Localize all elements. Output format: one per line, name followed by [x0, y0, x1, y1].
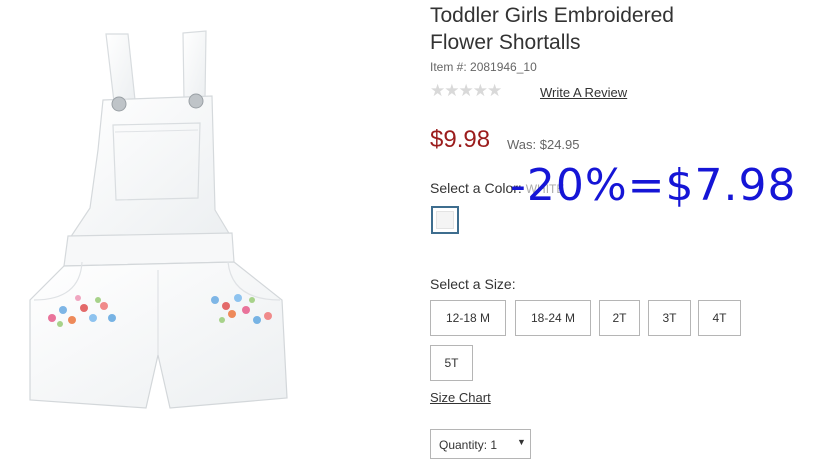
star-rating-icon: ★★★★★ [430, 81, 502, 100]
size-option-4t[interactable]: 4T [698, 300, 741, 336]
size-option-3t[interactable]: 3T [648, 300, 691, 336]
rating: ★★★★★ [430, 81, 502, 100]
chevron-down-icon: ▼ [517, 437, 526, 447]
size-option-12-18m[interactable]: 12-18 M [430, 300, 506, 336]
swatch-fill [436, 211, 454, 229]
color-label-text: Select a Color: [430, 180, 522, 196]
item-number: Item #: 2081946_10 [430, 60, 537, 74]
quantity-select[interactable]: Quantity: 1 ▼ [430, 429, 531, 459]
product-title-line1: Toddler Girls Embroidered [430, 4, 674, 27]
size-chart-link[interactable]: Size Chart [430, 390, 491, 405]
size-option-2t[interactable]: 2T [599, 300, 640, 336]
size-option-5t[interactable]: 5T [430, 345, 473, 381]
product-title-line2: Flower Shortalls [430, 31, 581, 54]
product-title: Toddler Girls Embroidered Flower Shortal… [430, 2, 810, 56]
size-option-18-24m[interactable]: 18-24 M [515, 300, 591, 336]
product-image [0, 0, 420, 447]
color-swatch-white[interactable] [431, 206, 459, 234]
sale-price: $9.98 [430, 126, 491, 153]
write-review-link[interactable]: Write A Review [540, 85, 627, 100]
discount-annotation: -20%=$7.98 [510, 160, 797, 211]
quantity-label: Quantity: 1 [439, 438, 498, 452]
was-price: Was: $24.95 [507, 137, 580, 152]
size-label: Select a Size: [430, 276, 516, 292]
